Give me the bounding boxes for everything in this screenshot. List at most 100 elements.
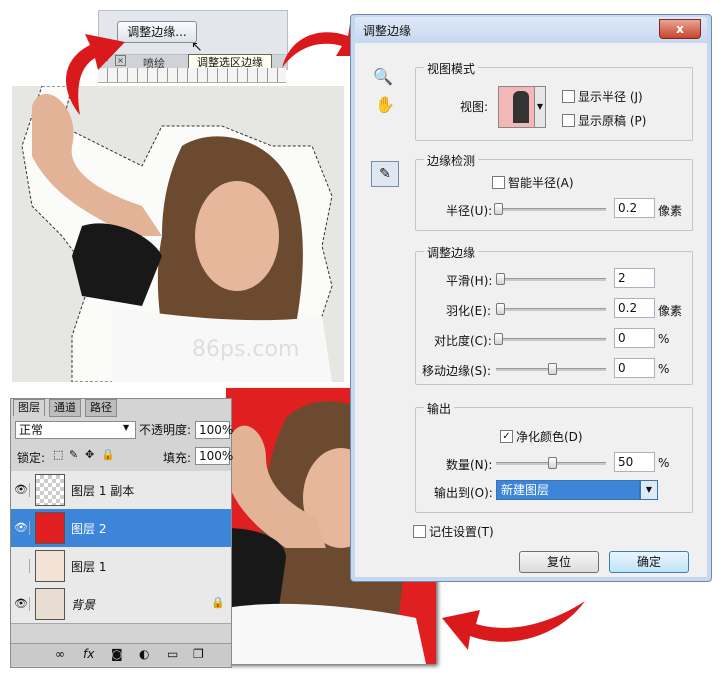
hand-tool-icon[interactable]: ✋: [375, 95, 395, 114]
adjust-edge-group: 调整边缘 平滑(H): 2 羽化(E): 0.2 像素 对比度(C): 0 % …: [415, 244, 693, 385]
layer-thumbnail: [35, 474, 65, 506]
visibility-eye-icon[interactable]: 👁: [13, 483, 30, 497]
layer-name: 图层 1 副本: [71, 484, 135, 498]
dialog-title: 调整边缘: [363, 24, 412, 38]
decontaminate-checkbox[interactable]: ✓: [500, 430, 513, 443]
layer-thumbnail: [35, 512, 65, 544]
output-group: 输出 ✓ 净化颜色(D) 数量(N): 50 % 输出到(O): 新建图层 ▼: [415, 400, 693, 513]
arrow-icon: [66, 34, 125, 115]
shift-edge-unit: %: [658, 362, 670, 376]
smooth-input[interactable]: 2: [614, 268, 655, 288]
tab-layers[interactable]: 图层: [13, 399, 45, 416]
radius-slider-track[interactable]: [496, 208, 606, 211]
view-mode-group: 视图模式 视图: ▼ 显示半径 (J) 显示原稿 (P): [415, 60, 693, 141]
reset-button[interactable]: 复位: [519, 551, 599, 573]
remember-settings-label: 记住设置(T): [429, 525, 494, 539]
layer-row[interactable]: 👁 图层 2: [11, 509, 231, 548]
lock-transparency-icon[interactable]: ⬚: [53, 448, 63, 461]
output-to-label: 输出到(O):: [434, 486, 493, 500]
tab-channels[interactable]: 通道: [49, 399, 81, 417]
smooth-label: 平滑(H):: [446, 274, 493, 288]
layer-row[interactable]: 👁 图层 1 副本: [11, 471, 231, 510]
tab-paths[interactable]: 路径: [85, 399, 117, 417]
output-title: 输出: [424, 400, 455, 417]
mask-icon[interactable]: ◙: [111, 647, 123, 661]
layer-row[interactable]: 图层 1: [11, 547, 231, 586]
show-original-checkbox[interactable]: [562, 114, 575, 127]
view-label: 视图:: [460, 100, 489, 114]
chevron-down-icon: ▼: [123, 423, 130, 432]
contrast-label: 对比度(C):: [434, 334, 492, 348]
layers-panel: 图层 通道 路径 正常 ▼ 不透明度: 100% 锁定: ⬚ ✎ ✥ 🔒 填充:…: [10, 398, 233, 668]
feather-slider-thumb[interactable]: [496, 303, 505, 315]
link-layers-icon[interactable]: ∞: [55, 647, 65, 661]
refine-edge-dialog: 调整边缘 x 🔍 ✋ ✎ 视图模式 视图: ▼ 显示半径 (J) 显示原稿 (P…: [350, 14, 712, 582]
layer-row[interactable]: 👁 背景 🔒: [11, 585, 231, 624]
fx-icon[interactable]: fx: [83, 647, 94, 661]
fill-label: 填充:: [163, 451, 192, 465]
radius-unit: 像素: [658, 204, 683, 218]
visibility-eye-icon[interactable]: [13, 559, 30, 573]
cursor-icon: ↖: [191, 39, 203, 55]
adjustment-layer-icon[interactable]: ◐: [139, 647, 149, 661]
smart-radius-checkbox[interactable]: [492, 176, 505, 189]
watermark-text: 86ps.com: [192, 337, 299, 362]
adjust-edge-title: 调整边缘: [424, 244, 479, 261]
smooth-slider-thumb[interactable]: [496, 273, 505, 285]
arrow-icon: [442, 601, 585, 650]
view-mode-title: 视图模式: [424, 60, 479, 77]
zoom-tool-icon[interactable]: 🔍: [373, 67, 393, 86]
amount-slider-thumb[interactable]: [548, 457, 557, 469]
dialog-titlebar[interactable]: 调整边缘 x: [355, 17, 707, 43]
radius-slider-thumb[interactable]: [494, 203, 503, 215]
view-thumbnail-dropdown[interactable]: ▼: [498, 86, 546, 128]
decontaminate-label: 净化颜色(D): [516, 430, 583, 444]
show-original-label: 显示原稿 (P): [578, 114, 647, 128]
close-button[interactable]: x: [659, 19, 701, 39]
contrast-unit: %: [658, 332, 670, 346]
amount-input[interactable]: 50: [614, 452, 655, 472]
radius-input[interactable]: 0.2: [614, 198, 655, 218]
smooth-slider-track[interactable]: [496, 278, 606, 281]
shift-edge-slider-thumb[interactable]: [548, 363, 557, 375]
show-radius-label: 显示半径 (J): [578, 90, 643, 104]
canvas-photo[interactable]: 86ps.com: [12, 86, 344, 382]
opacity-input[interactable]: 100%: [195, 421, 233, 439]
refine-radius-tool-icon[interactable]: ✎: [371, 161, 399, 187]
layer-name: 图层 2: [71, 522, 107, 536]
chevron-down-icon[interactable]: ▼: [640, 480, 658, 500]
new-layer-icon[interactable]: ❐: [193, 647, 204, 661]
feather-slider-track[interactable]: [496, 308, 606, 311]
visibility-eye-icon[interactable]: 👁: [13, 597, 30, 611]
output-to-select[interactable]: 新建图层: [496, 480, 640, 500]
chevron-down-icon[interactable]: ▼: [534, 87, 545, 127]
remember-settings-checkbox[interactable]: [413, 525, 426, 538]
feather-unit: 像素: [658, 304, 683, 318]
portrait-image: 86ps.com: [21, 86, 333, 382]
ok-button[interactable]: 确定: [609, 551, 689, 573]
contrast-input[interactable]: 0: [614, 328, 655, 348]
lock-all-icon[interactable]: 🔒: [101, 448, 115, 461]
edge-detection-title: 边缘检测: [424, 152, 479, 169]
layers-footer: ∞ fx ◙ ◐ ▭ ❐: [11, 643, 231, 666]
layer-thumbnail: [35, 550, 65, 582]
visibility-eye-icon[interactable]: 👁: [13, 521, 30, 535]
radius-label: 半径(U):: [446, 204, 493, 218]
blend-mode-select[interactable]: 正常: [15, 421, 136, 439]
amount-label: 数量(N):: [446, 458, 493, 472]
shift-edge-label: 移动边缘(S):: [422, 364, 492, 378]
group-folder-icon[interactable]: ▭: [167, 647, 178, 661]
lock-position-icon[interactable]: ✥: [85, 448, 94, 461]
lock-label: 锁定:: [17, 451, 46, 465]
lock-pixels-icon[interactable]: ✎: [69, 448, 78, 461]
fill-input[interactable]: 100%: [195, 447, 233, 465]
contrast-slider-track[interactable]: [496, 338, 606, 341]
contrast-slider-thumb[interactable]: [494, 333, 503, 345]
layer-name: 背景: [71, 598, 96, 612]
shift-edge-input[interactable]: 0: [614, 358, 655, 378]
amount-unit: %: [658, 456, 670, 470]
feather-input[interactable]: 0.2: [614, 298, 655, 318]
layer-name: 图层 1: [71, 560, 107, 574]
lock-icon: 🔒: [211, 596, 225, 609]
show-radius-checkbox[interactable]: [562, 90, 575, 103]
